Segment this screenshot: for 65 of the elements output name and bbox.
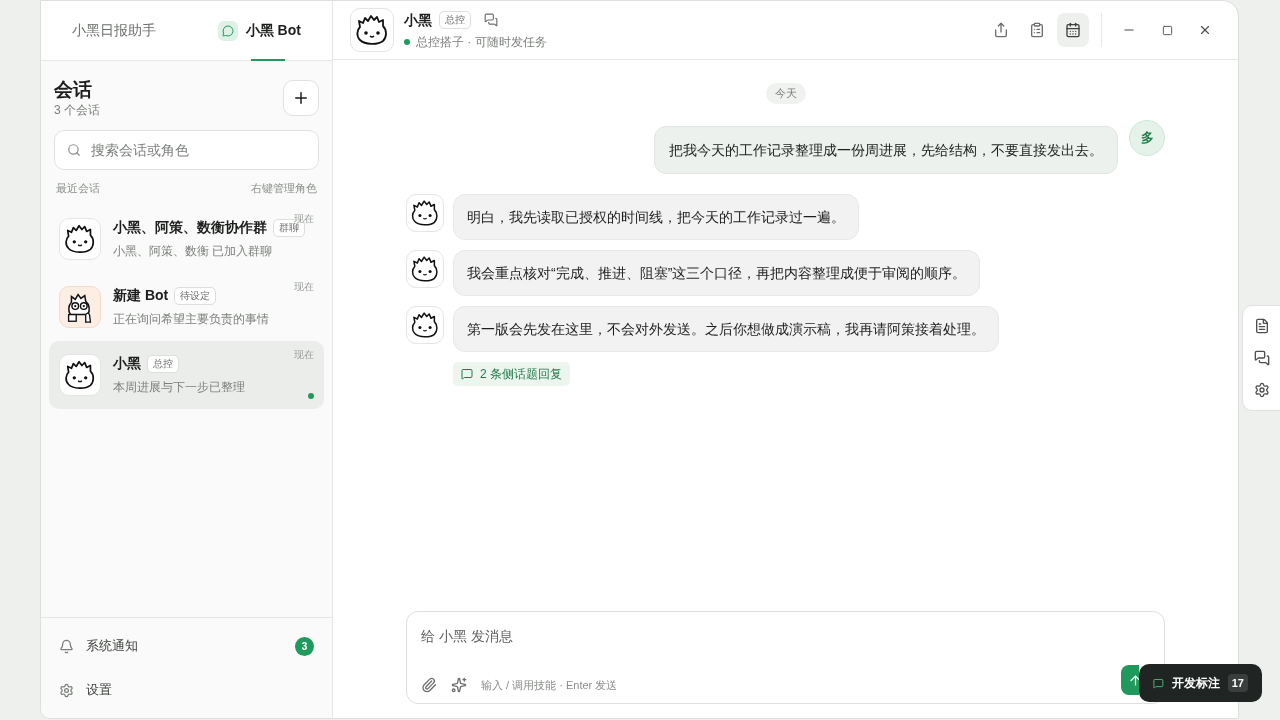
message-bubble: 把我今天的工作记录整理成一份周进展，先给结构，不要直接发出去。 [654, 125, 1118, 174]
conversation-title: 小黑、阿策、数衡协作群 [113, 218, 267, 237]
section-label: 最近会话 [56, 181, 100, 196]
conversation-preview: 本周进展与下一步已整理 [113, 379, 245, 396]
search-icon [67, 143, 81, 157]
thread-replies-button[interactable]: 2 条侧话题回复 [453, 361, 570, 386]
chat-status: 总控搭子 · 可随时发任务 [416, 33, 547, 51]
notification-count: 3 [295, 636, 314, 656]
app-tab[interactable]: 小黑 Bot [186, 1, 332, 60]
cat-avatar [59, 353, 101, 396]
settings-icon [59, 682, 74, 698]
conversation-tag: 待设定 [174, 286, 217, 305]
user-avatar: 多 [1129, 119, 1165, 156]
chat-tag: 总控 [439, 11, 471, 29]
cat-avatar [59, 217, 101, 260]
section-hint: 右键管理角色 [251, 181, 317, 196]
plus-icon [292, 89, 310, 107]
attach-icon[interactable] [421, 676, 437, 693]
message-bubble: 我会重点核对“完成、推进、阻塞”这三个口径，再把内容整理成便于审阅的顺序。 [453, 249, 981, 296]
sparkle-icon[interactable] [451, 676, 467, 693]
chat-bubbles-icon [1254, 350, 1270, 366]
send-button[interactable] [1121, 665, 1139, 695]
annotation-count: 17 [1227, 674, 1248, 692]
calendar-icon [1065, 22, 1081, 38]
conversation-preview: 小黑、阿策、数衡 已加入群聊 [113, 243, 274, 260]
sidebar-title: 会话 [54, 78, 93, 102]
comment-icon [1153, 676, 1164, 690]
document-icon [1254, 318, 1270, 334]
message-input[interactable]: 给 小黑 发消息 [421, 626, 1150, 647]
maximize-icon [1161, 24, 1173, 36]
app-tab[interactable]: 小黑日报助手 [41, 1, 187, 60]
chat-name: 小黑 [404, 10, 432, 30]
settings-icon [1254, 382, 1270, 398]
bot-avatar [406, 193, 444, 232]
conversation-title: 小黑 [113, 354, 141, 373]
conversation-time: 现在 [294, 279, 314, 294]
composer-hint: 输入 / 调用技能 · Enter 发送 [481, 677, 618, 693]
new-chat-button[interactable] [283, 80, 319, 116]
conversation-item[interactable]: 新建 Bot 待设定 正在询问希望主要负责的事情 现在 [49, 272, 324, 341]
bot-avatar [59, 285, 101, 328]
conversation-title: 新建 Bot [113, 286, 169, 305]
share-icon [993, 22, 1009, 38]
chat-avatar [350, 8, 394, 52]
footer-item[interactable]: 设置 [59, 668, 314, 712]
comment-icon [461, 367, 473, 380]
conversation-tag: 总控 [147, 354, 179, 373]
conversation-preview: 正在询问希望主要负责的事情 [113, 311, 269, 328]
calendar-button[interactable] [1057, 13, 1089, 47]
conversation-item[interactable]: 小黑、阿策、数衡协作群 群聊 小黑、阿策、数衡 已加入群聊 现在 [49, 204, 324, 273]
conversation-count: 3 个会话 [54, 102, 100, 118]
chat-bubbles-icon[interactable] [484, 13, 498, 27]
close-icon [1198, 23, 1212, 37]
message-bubble: 第一版会先发在这里，不会对外发送。之后你想做成演示稿，我再请阿策接着处理。 [453, 305, 999, 352]
bot-avatar [406, 249, 444, 288]
search-field[interactable]: 搜索会话或角色 [54, 130, 319, 170]
bot-avatar [406, 305, 444, 344]
dev-annotations-button[interactable]: 开发标注 17 [1139, 664, 1262, 702]
conversation-item[interactable]: 小黑 总控 本周进展与下一步已整理 现在 [49, 340, 324, 409]
conversation-time: 现在 [294, 211, 314, 224]
bell-icon [59, 638, 74, 654]
footer-item[interactable]: 系统通知 3 [59, 624, 314, 668]
chat-bubble-icon [217, 20, 238, 41]
conversation-time: 现在 [294, 347, 314, 362]
message-bubble: 明白，我先读取已授权的时间线，把今天的工作记录过一遍。 [453, 193, 859, 240]
clipboard-icon [1029, 22, 1045, 38]
